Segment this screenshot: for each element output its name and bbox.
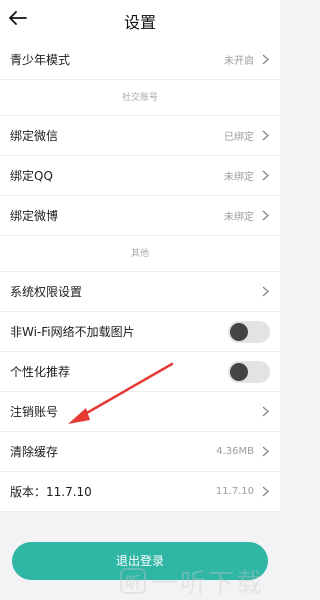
watermark-text: 一听下载: [152, 568, 265, 599]
setting-bind-weibo[interactable]: 绑定微博 未绑定: [0, 196, 280, 236]
setting-label: 非Wi-Fi网络不加载图片: [10, 325, 135, 339]
setting-label: 青少年模式: [10, 53, 71, 67]
setting-teen-mode[interactable]: 青少年模式 未开启: [0, 40, 280, 80]
setting-label: 绑定微信: [10, 129, 59, 143]
chevron-right-icon: [262, 286, 270, 298]
watermark: 听 一听下载: [120, 566, 280, 599]
setting-label: 版本：11.7.10: [10, 485, 92, 499]
setting-value: 4.36MB: [216, 446, 254, 457]
setting-value: 未开启: [224, 56, 254, 67]
section-header-other: 其他: [0, 236, 280, 272]
setting-label: 绑定QQ: [10, 169, 53, 183]
chevron-right-icon: [262, 210, 270, 222]
chevron-right-icon: [262, 486, 270, 498]
setting-clear-cache[interactable]: 清除缓存 4.36MB: [0, 432, 280, 472]
setting-bind-wechat[interactable]: 绑定微信 已绑定: [0, 116, 280, 156]
setting-value: 未绑定: [224, 172, 254, 183]
no-images-toggle[interactable]: [228, 320, 270, 343]
setting-label: 注销账号: [10, 405, 59, 419]
chevron-right-icon: [262, 446, 270, 458]
personalized-toggle[interactable]: [228, 360, 270, 383]
chevron-right-icon: [262, 170, 270, 182]
setting-label: 绑定微博: [10, 209, 59, 223]
setting-version[interactable]: 版本：11.7.10 11.7.10: [0, 472, 280, 512]
setting-label: 清除缓存: [10, 445, 59, 459]
setting-label: 个性化推荐: [10, 365, 71, 379]
chevron-right-icon: [262, 54, 270, 66]
setting-delete-account[interactable]: 注销账号: [0, 392, 280, 432]
settings-list: 青少年模式 未开启 社交账号 绑定微信 已绑定 绑定QQ 未绑定 绑定微博 未绑…: [0, 40, 280, 512]
toggle-knob: [230, 322, 248, 341]
setting-personalized-recommendation: 个性化推荐: [0, 352, 280, 392]
setting-value: 未绑定: [224, 212, 254, 223]
watermark-logo-icon: 听: [120, 568, 146, 594]
setting-label: 系统权限设置: [10, 285, 83, 299]
chevron-right-icon: [262, 406, 270, 418]
setting-bind-qq[interactable]: 绑定QQ 未绑定: [0, 156, 280, 196]
chevron-right-icon: [262, 130, 270, 142]
top-bar: 设置: [0, 0, 280, 40]
page-title: 设置: [123, 13, 156, 32]
setting-value: 已绑定: [224, 132, 254, 143]
setting-no-images-on-cellular: 非Wi-Fi网络不加载图片: [0, 312, 280, 352]
setting-value: 11.7.10: [215, 486, 254, 497]
setting-system-permissions[interactable]: 系统权限设置: [0, 272, 280, 312]
section-header-social: 社交账号: [0, 80, 280, 116]
toggle-knob: [230, 362, 248, 381]
